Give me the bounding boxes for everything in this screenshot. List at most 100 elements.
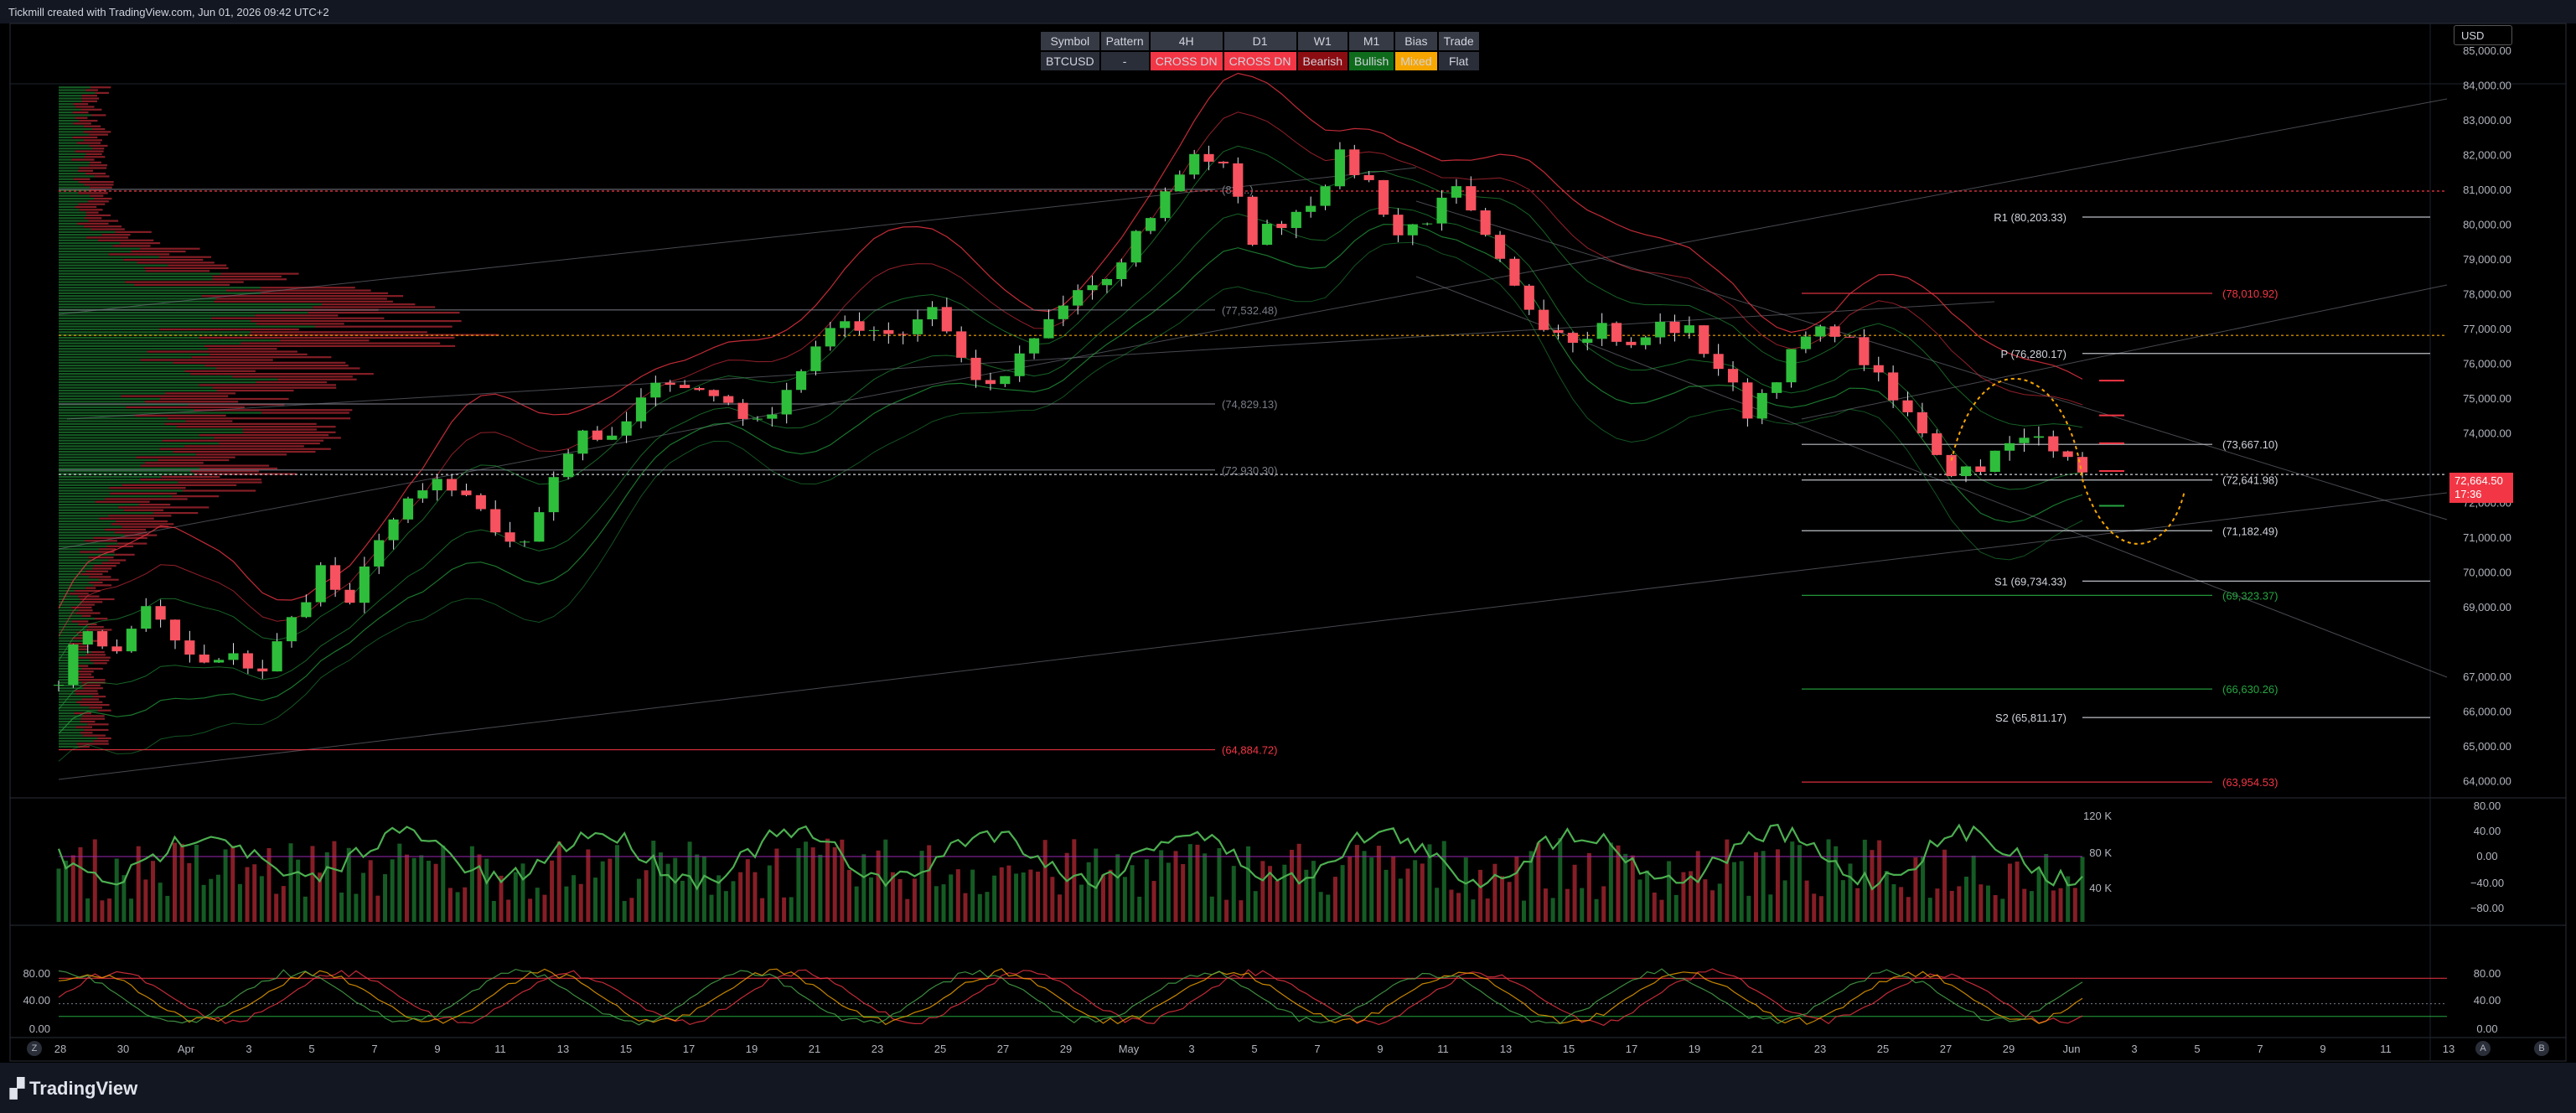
volume-bar: [114, 858, 119, 922]
volume-bar: [1173, 851, 1178, 922]
volume-bar: [608, 858, 613, 922]
volume-bar: [1144, 859, 1149, 922]
time-tick-label: 25: [934, 1043, 946, 1055]
volume-profile-bar: [59, 618, 96, 620]
volume-profile-bar: [99, 517, 154, 520]
log-scale-button[interactable]: B: [2534, 1041, 2549, 1056]
volume-profile-bar: [59, 470, 191, 473]
volume-profile-bar: [59, 100, 82, 102]
volume-profile-bar: [59, 344, 205, 348]
volume-profile-bar: [59, 258, 124, 261]
volume-bar: [520, 863, 525, 922]
volume-profile-bar: [59, 178, 74, 180]
volume-bar: [2036, 867, 2041, 922]
volume-bar: [1594, 898, 1599, 922]
price-chart[interactable]: R1 (80,203.33) P (76,280.17) S1 (69,734.33…: [0, 0, 2576, 1063]
volume-profile-bar: [315, 325, 453, 328]
volume-bar: [1739, 861, 1744, 922]
volume-profile-bar: [71, 158, 95, 161]
volume-profile-bar: [59, 545, 107, 547]
status-header-cell: M1: [1348, 32, 1394, 50]
time-tick-label: 19: [746, 1043, 758, 1055]
volume-profile-bar: [59, 319, 251, 323]
volume-profile-bar: [122, 484, 237, 486]
volume-profile-bar: [75, 726, 93, 728]
candle-body: [1727, 369, 1739, 383]
volume-bar: [897, 878, 903, 922]
volume-profile-bar: [123, 258, 204, 261]
status-table-header: Symbol Pattern 4H D1 W1 M1 Bias Trade: [1041, 32, 1479, 50]
volume-bar: [1239, 900, 1244, 922]
time-tick-label: 21: [809, 1043, 820, 1055]
volume-profile-bar: [59, 462, 145, 464]
volume-bar: [1042, 840, 1047, 922]
candle-body: [1844, 336, 1855, 338]
time-tick-label: 9: [1377, 1043, 1383, 1055]
volume-profile-bar: [75, 589, 101, 593]
volume-bar: [1253, 891, 1258, 922]
volume-profile-bar: [59, 317, 212, 319]
volume-profile-bar: [59, 642, 70, 645]
volume-profile-bar: [59, 192, 79, 194]
volume-bar: [375, 895, 380, 922]
stoch-tick-label: 40.00: [23, 994, 50, 1007]
candle-body: [1058, 305, 1068, 319]
volume-profile-bar: [59, 458, 158, 462]
price-tick-label: 76,000.00: [2463, 357, 2511, 370]
candle-body: [1523, 285, 1534, 310]
volume-profile-bar: [59, 500, 96, 503]
volume-profile-bar: [59, 428, 243, 431]
auto-scale-button[interactable]: A: [2475, 1041, 2491, 1056]
time-tick-label: 23: [872, 1043, 883, 1055]
volume-profile-bar: [59, 97, 82, 100]
volume-bar: [804, 841, 809, 922]
volume-tick-label: 120 K: [2083, 810, 2112, 822]
volume-profile-bar: [71, 606, 92, 609]
volume-profile-bar: [99, 548, 116, 551]
volume-profile-bar: [91, 114, 106, 116]
volume-bar: [1384, 869, 1389, 922]
volume-bar: [1151, 881, 1156, 922]
volume-bar: [1318, 892, 1323, 922]
volume-bar: [1695, 851, 1700, 922]
currency-select[interactable]: USD: [2454, 25, 2512, 45]
volume-profile-bar: [99, 578, 119, 581]
candle-body: [548, 477, 559, 513]
volume-profile-bar: [138, 504, 171, 506]
volume-profile-bar: [59, 272, 221, 275]
volume-profile-bar: [83, 131, 111, 133]
volume-bar: [1645, 870, 1650, 922]
volume-profile-bar: [144, 462, 204, 464]
volume-bar: [1449, 889, 1454, 922]
volume-profile-bar: [59, 464, 141, 467]
time-tick-label: Apr: [178, 1043, 195, 1055]
candle-body: [1073, 290, 1084, 306]
candle-body: [1320, 186, 1331, 206]
candle-body: [767, 414, 778, 419]
volume-bar: [564, 886, 569, 922]
volume-bar: [426, 860, 431, 922]
price-tick-label: 75,000.00: [2463, 392, 2511, 405]
volume-profile-bar: [82, 734, 106, 737]
volume-bar: [1376, 846, 1381, 922]
volume-bar: [1667, 861, 1672, 922]
volume-bar: [1565, 888, 1570, 922]
volume-profile-bar: [90, 186, 112, 189]
volume-profile-bar: [59, 479, 141, 481]
candle-body: [825, 328, 835, 347]
volume-profile-bar: [59, 375, 233, 378]
candle-body: [1611, 323, 1622, 342]
volume-profile-bar: [59, 743, 77, 745]
volume-bar: [1187, 844, 1192, 922]
scale-z-button[interactable]: Z: [27, 1041, 42, 1056]
status-cell: CROSS DN: [1223, 52, 1296, 70]
candle-body: [1989, 450, 2000, 472]
volume-profile-bar: [59, 103, 74, 106]
candle-body: [1859, 337, 1870, 365]
tradingview-logo[interactable]: ▞ TradingView: [10, 1078, 137, 1100]
volume-profile-bar: [76, 743, 109, 745]
volume-bar: [143, 879, 148, 922]
volume-bar: [1985, 885, 1990, 922]
time-tick-label: 11: [494, 1043, 506, 1055]
volume-profile-bar: [59, 528, 105, 531]
